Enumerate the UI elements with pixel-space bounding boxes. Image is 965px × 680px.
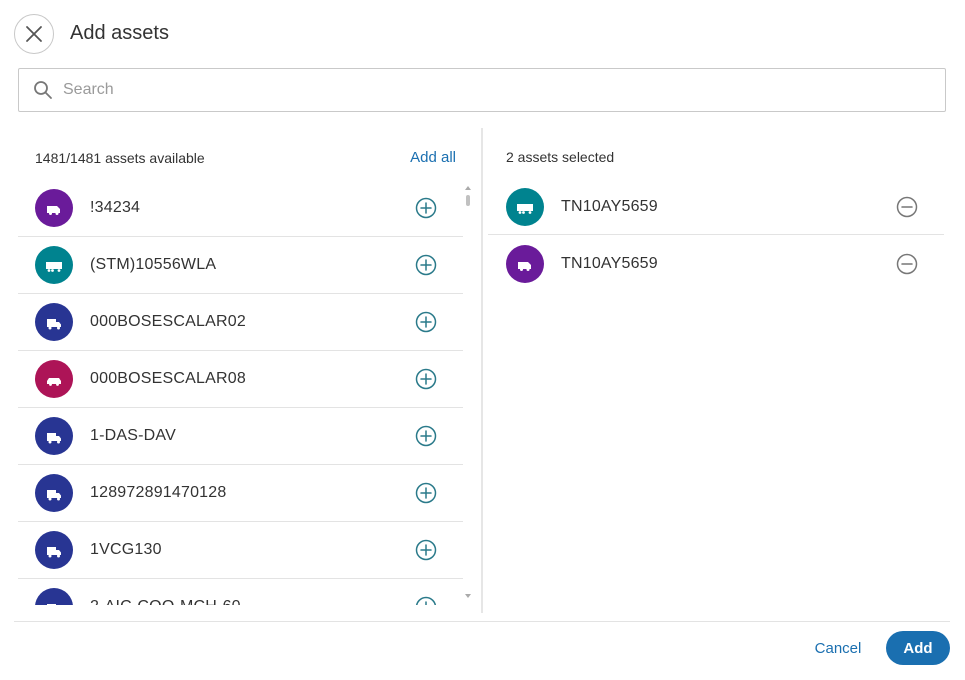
asset-avatar xyxy=(35,417,73,455)
truck-icon xyxy=(47,604,56,605)
list-item: 000BOSESCALAR02 xyxy=(18,294,463,351)
add-asset-icon[interactable] xyxy=(415,425,437,447)
truck-icon xyxy=(47,319,61,330)
scrollbar-thumb[interactable] xyxy=(466,195,470,206)
add-button[interactable]: Add xyxy=(886,631,950,665)
close-button[interactable] xyxy=(14,14,54,54)
selected-assets-panel: 2 assets selected TN10AY5659 TN10AY5659 xyxy=(488,128,945,613)
add-asset-icon[interactable] xyxy=(415,311,437,333)
asset-avatar xyxy=(35,246,73,284)
add-all-link[interactable]: Add all xyxy=(410,149,456,166)
list-item: 1VCG130 xyxy=(18,522,463,579)
search-box[interactable] xyxy=(18,68,946,112)
asset-avatar xyxy=(506,245,544,283)
asset-name: 1-DAS-DAV xyxy=(90,427,176,444)
search-input[interactable] xyxy=(63,69,945,111)
truck-icon xyxy=(47,433,61,444)
list-item: (STM)10556WLA xyxy=(18,237,463,294)
car-icon xyxy=(47,378,61,386)
asset-name: 000BOSESCALAR02 xyxy=(90,313,246,330)
list-item: 000BOSESCALAR08 xyxy=(18,351,463,408)
panel-divider xyxy=(481,128,483,613)
add-asset-icon[interactable] xyxy=(415,368,437,390)
footer-divider xyxy=(14,621,950,622)
list-item: !34234 xyxy=(18,180,463,237)
list-item: 1-DAS-DAV xyxy=(18,408,463,465)
van-icon xyxy=(47,206,60,215)
asset-name: !34234 xyxy=(90,199,141,216)
available-count: 1481/1481 assets available xyxy=(35,150,205,166)
asset-name: TN10AY5659 xyxy=(561,198,658,215)
asset-avatar xyxy=(35,474,73,512)
add-asset-icon[interactable] xyxy=(415,254,437,276)
add-asset-icon[interactable] xyxy=(415,482,437,504)
add-asset-icon[interactable] xyxy=(415,539,437,561)
scrollbar[interactable] xyxy=(464,185,472,605)
selected-list: TN10AY5659 TN10AY5659 xyxy=(488,178,944,292)
list-item: 128972891470128 xyxy=(18,465,463,522)
selected-count: 2 assets selected xyxy=(506,149,615,165)
scroll-down-arrow[interactable] xyxy=(464,593,472,599)
remove-asset-icon[interactable] xyxy=(896,196,918,218)
add-asset-icon[interactable] xyxy=(415,596,437,605)
asset-avatar xyxy=(35,189,73,227)
asset-avatar xyxy=(35,531,73,569)
van-icon xyxy=(518,262,531,271)
trailer-icon xyxy=(46,262,62,272)
asset-name: 2-AIC-COO-MCH-60 xyxy=(90,598,241,605)
close-icon xyxy=(26,26,42,42)
asset-name: 000BOSESCALAR08 xyxy=(90,370,246,387)
asset-name: 1VCG130 xyxy=(90,541,162,558)
selected-item: TN10AY5659 xyxy=(488,235,944,292)
dialog-title: Add assets xyxy=(70,22,169,44)
asset-avatar xyxy=(35,303,73,341)
remove-asset-icon[interactable] xyxy=(896,253,918,275)
asset-avatar xyxy=(506,188,544,226)
selected-item: TN10AY5659 xyxy=(488,178,944,235)
asset-avatar xyxy=(35,588,73,605)
available-header: 1481/1481 assets available Add all xyxy=(18,128,463,180)
cancel-button[interactable]: Cancel xyxy=(803,632,873,664)
list-item: 2-AIC-COO-MCH-60 xyxy=(18,579,463,605)
truck-icon xyxy=(47,547,61,558)
search-icon xyxy=(34,81,52,99)
available-assets-panel: 1481/1481 assets available Add all !3423… xyxy=(18,128,476,613)
truck-icon xyxy=(47,490,61,501)
asset-name: TN10AY5659 xyxy=(561,255,658,272)
asset-name: (STM)10556WLA xyxy=(90,256,217,273)
trailer-icon xyxy=(517,204,533,214)
asset-avatar xyxy=(35,360,73,398)
asset-name: 128972891470128 xyxy=(90,484,227,501)
scroll-up-arrow[interactable] xyxy=(464,185,472,191)
available-list[interactable]: !34234 (STM)10556WLA 000BOSESCALAR02 000BOS… xyxy=(18,180,476,605)
add-asset-icon[interactable] xyxy=(415,197,437,219)
